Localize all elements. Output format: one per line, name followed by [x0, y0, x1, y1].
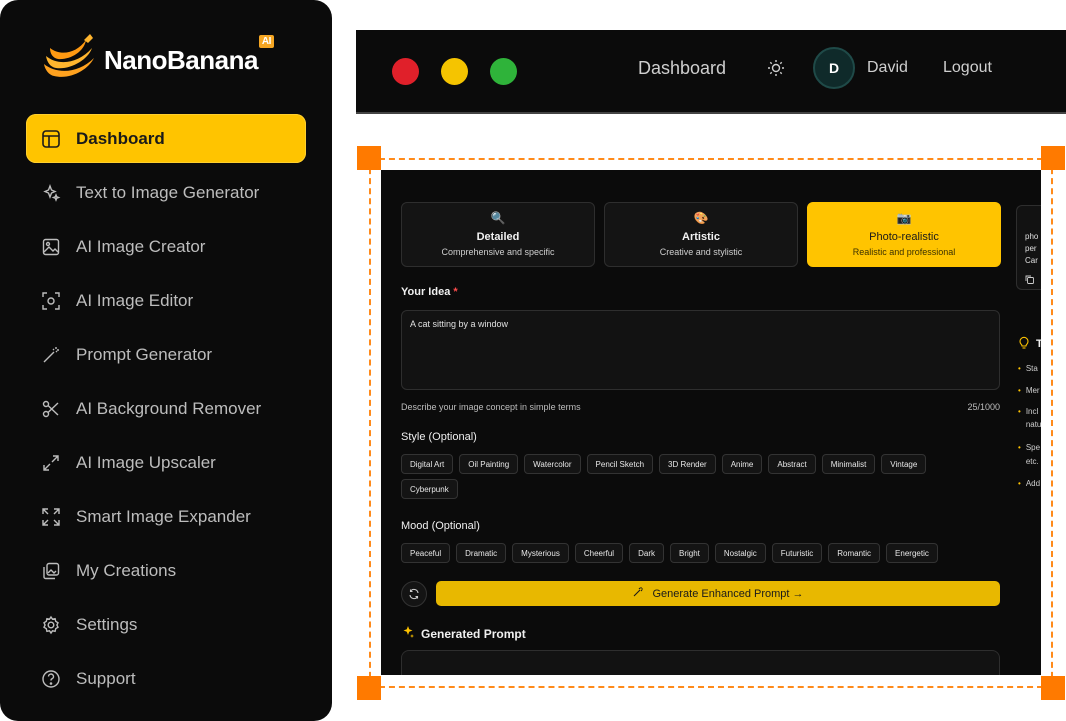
window-close-dot[interactable]: [392, 57, 419, 85]
user-name: David: [867, 59, 908, 76]
window-maximize-dot[interactable]: [490, 57, 517, 85]
sidebar-item-label: Dashboard: [76, 128, 165, 148]
sidebar: NanoBanana AI Dashboard Text to Image Gen…: [0, 0, 332, 721]
sidebar-item-label: Settings: [76, 614, 138, 634]
resize-handle-top-left[interactable]: [357, 146, 381, 170]
resize-handle-top-right[interactable]: [1041, 146, 1065, 170]
maximize-icon: [40, 506, 62, 528]
sidebar-item-label: Smart Image Expander: [76, 506, 251, 526]
top-title: Dashboard: [638, 58, 727, 78]
sidebar-item-label: AI Background Remover: [76, 398, 262, 418]
sidebar-item-settings[interactable]: Settings: [26, 600, 306, 649]
logout-link[interactable]: Logout: [943, 59, 992, 77]
sidebar-item-label: Support: [76, 668, 136, 688]
wand-icon: [40, 344, 62, 366]
sidebar-item-label: AI Image Editor: [76, 290, 194, 310]
sidebar-item-label: My Creations: [76, 560, 177, 580]
sidebar-item-label: Prompt Generator: [76, 344, 213, 364]
window-minimize-dot[interactable]: [441, 57, 468, 85]
sidebar-item-text-to-image-generator[interactable]: Text to Image Generator: [26, 168, 306, 217]
page-root: NanoBanana AI Dashboard Text to Image Gen…: [0, 0, 1066, 721]
sidebar-item-dashboard[interactable]: Dashboard: [26, 114, 306, 163]
sidebar-item-smart-image-expander[interactable]: Smart Image Expander: [26, 492, 306, 541]
sidebar-item-ai-background-remover[interactable]: AI Background Remover: [26, 384, 306, 433]
sidebar-item-label: AI Image Upscaler: [76, 452, 216, 472]
layout-icon: [40, 128, 62, 150]
sidebar-item-label: Text to Image Generator: [76, 182, 260, 202]
help-circle-icon: [40, 668, 62, 690]
theme-toggle-sun-icon[interactable]: [766, 58, 786, 83]
selection-frame: [369, 158, 1053, 688]
sidebar-nav: Dashboard Text to Image Generator AI Image…: [26, 114, 306, 703]
gear-icon: [40, 614, 62, 636]
sidebar-item-label: AI Image Creator: [76, 236, 206, 256]
sidebar-item-my-creations[interactable]: My Creations: [26, 546, 306, 595]
sidebar-item-support[interactable]: Support: [26, 654, 306, 703]
sidebar-item-ai-image-upscaler[interactable]: AI Image Upscaler: [26, 438, 306, 487]
sidebar-item-ai-image-editor[interactable]: AI Image Editor: [26, 276, 306, 325]
banana-logo-icon: [40, 30, 102, 90]
brand-logo[interactable]: NanoBanana AI: [40, 30, 306, 90]
scan-edit-icon: [40, 290, 62, 312]
resize-handle-bottom-left[interactable]: [357, 676, 381, 700]
user-avatar[interactable]: D: [813, 47, 855, 89]
brand-name: NanoBanana AI: [104, 34, 274, 76]
sparkles-icon: [40, 182, 62, 204]
image-icon: [40, 236, 62, 258]
ai-badge: AI: [258, 34, 274, 48]
gallery-icon: [40, 560, 62, 582]
expand-arrows-icon: [40, 452, 62, 474]
sidebar-item-ai-image-creator[interactable]: AI Image Creator: [26, 222, 306, 271]
scissors-icon: [40, 398, 62, 420]
resize-handle-bottom-right[interactable]: [1041, 676, 1065, 700]
sidebar-item-prompt-generator[interactable]: Prompt Generator: [26, 330, 306, 379]
top-bar: Dashboard D David Logout: [356, 30, 1066, 114]
